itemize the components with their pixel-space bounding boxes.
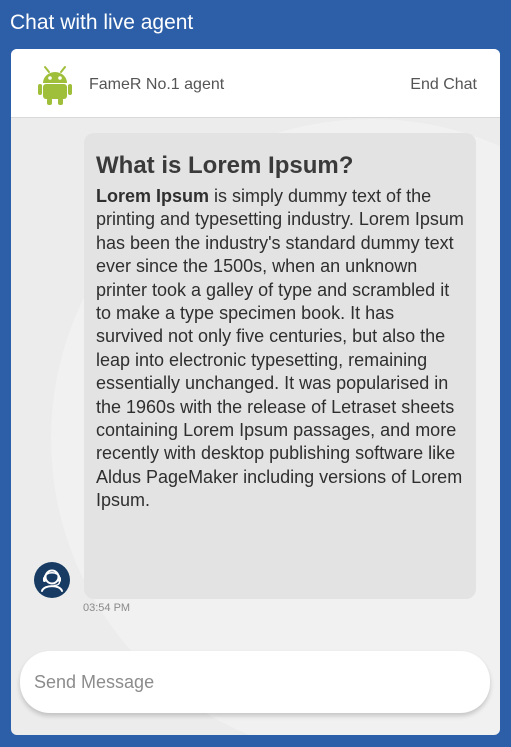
android-robot-icon	[33, 63, 77, 107]
message-bubble: What is Lorem Ipsum? Lorem Ipsum is simp…	[84, 133, 476, 599]
chat-panel: FameR No.1 agent End Chat What is Lorem …	[11, 49, 500, 735]
support-agent-avatar-icon	[34, 562, 70, 598]
message-text: is simply dummy text of the printing and…	[96, 186, 464, 511]
send-message-input[interactable]	[20, 651, 490, 713]
app-title: Chat with live agent	[10, 11, 194, 34]
agent-name: FameR No.1 agent	[89, 76, 225, 93]
message-lead: Lorem Ipsum	[96, 186, 210, 206]
end-chat-button[interactable]: End Chat	[410, 76, 477, 94]
message-timestamp: 03:54 PM	[83, 602, 131, 614]
chat-header: FameR No.1 agent End Chat	[11, 49, 500, 118]
message-body: Lorem Ipsum is simply dummy text of the …	[96, 185, 466, 513]
message-heading: What is Lorem Ipsum?	[96, 152, 354, 179]
